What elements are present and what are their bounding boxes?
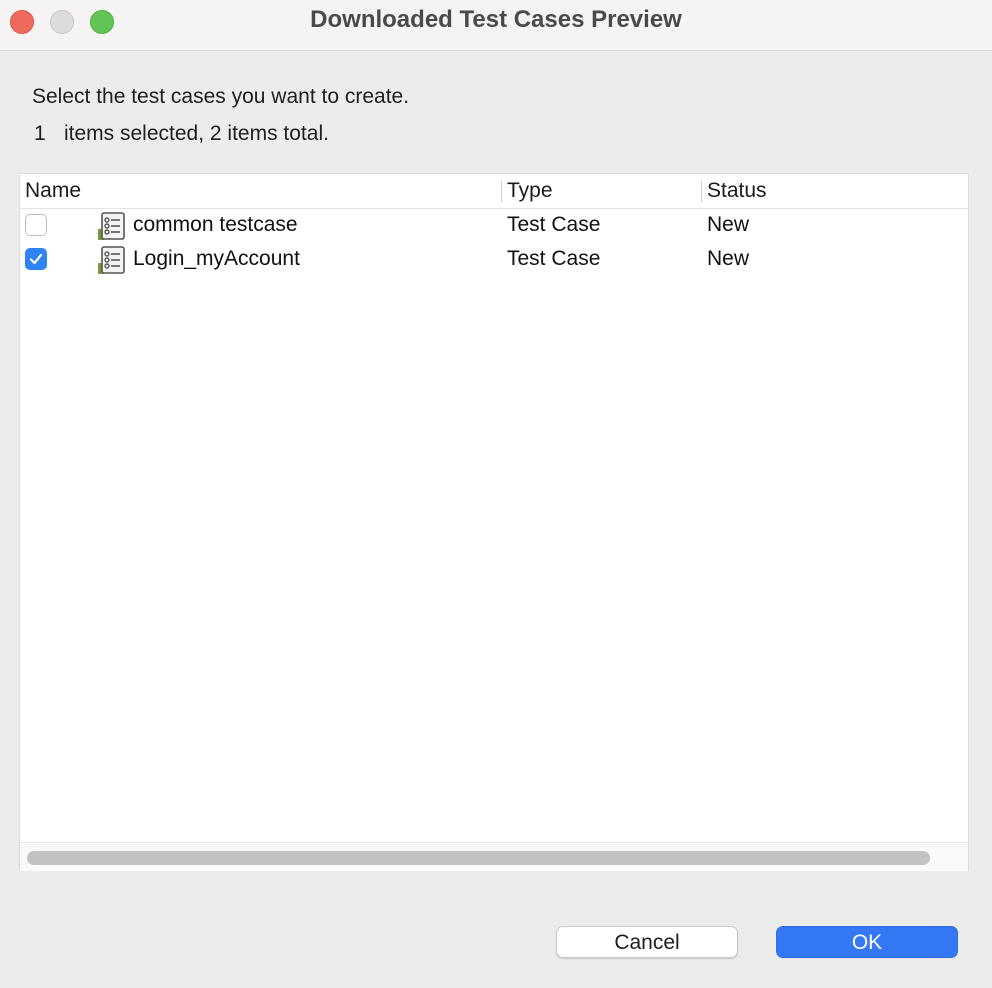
table-row[interactable]: common testcase Test Case New bbox=[20, 208, 968, 242]
instruction-text: Select the test cases you want to create… bbox=[32, 85, 410, 108]
row-status: New bbox=[707, 213, 750, 236]
ok-button[interactable]: OK bbox=[776, 926, 958, 958]
row-checkbox[interactable] bbox=[25, 214, 47, 236]
row-type: Test Case bbox=[507, 247, 601, 270]
column-header-type[interactable]: Type bbox=[507, 179, 553, 203]
selection-summary-text: items selected, 2 items total. bbox=[64, 122, 329, 145]
column-divider[interactable] bbox=[501, 180, 502, 202]
column-header-name[interactable]: Name bbox=[25, 179, 81, 203]
row-name: common testcase bbox=[133, 213, 298, 236]
cancel-button[interactable]: Cancel bbox=[556, 926, 738, 958]
row-status: New bbox=[707, 247, 750, 270]
row-checkbox[interactable] bbox=[25, 248, 47, 270]
test-case-icon bbox=[97, 211, 127, 241]
column-header-status[interactable]: Status bbox=[707, 179, 767, 203]
checkmark-icon bbox=[29, 253, 43, 265]
window-title: Downloaded Test Cases Preview bbox=[310, 6, 682, 33]
selected-count: 1 bbox=[34, 122, 46, 145]
table-row[interactable]: Login_myAccount Test Case New bbox=[20, 242, 968, 276]
row-name: Login_myAccount bbox=[133, 247, 300, 270]
table-header: Name Type Status bbox=[20, 174, 968, 209]
test-case-icon bbox=[97, 245, 127, 275]
test-cases-table: Name Type Status common testcase Test Ca… bbox=[19, 173, 969, 871]
title-bar: Downloaded Test Cases Preview bbox=[0, 0, 992, 51]
horizontal-scrollbar[interactable] bbox=[20, 842, 968, 871]
selection-summary: 1 items selected, 2 items total. bbox=[34, 122, 329, 146]
column-divider[interactable] bbox=[701, 180, 702, 202]
scrollbar-thumb[interactable] bbox=[27, 851, 930, 865]
row-type: Test Case bbox=[507, 213, 601, 236]
